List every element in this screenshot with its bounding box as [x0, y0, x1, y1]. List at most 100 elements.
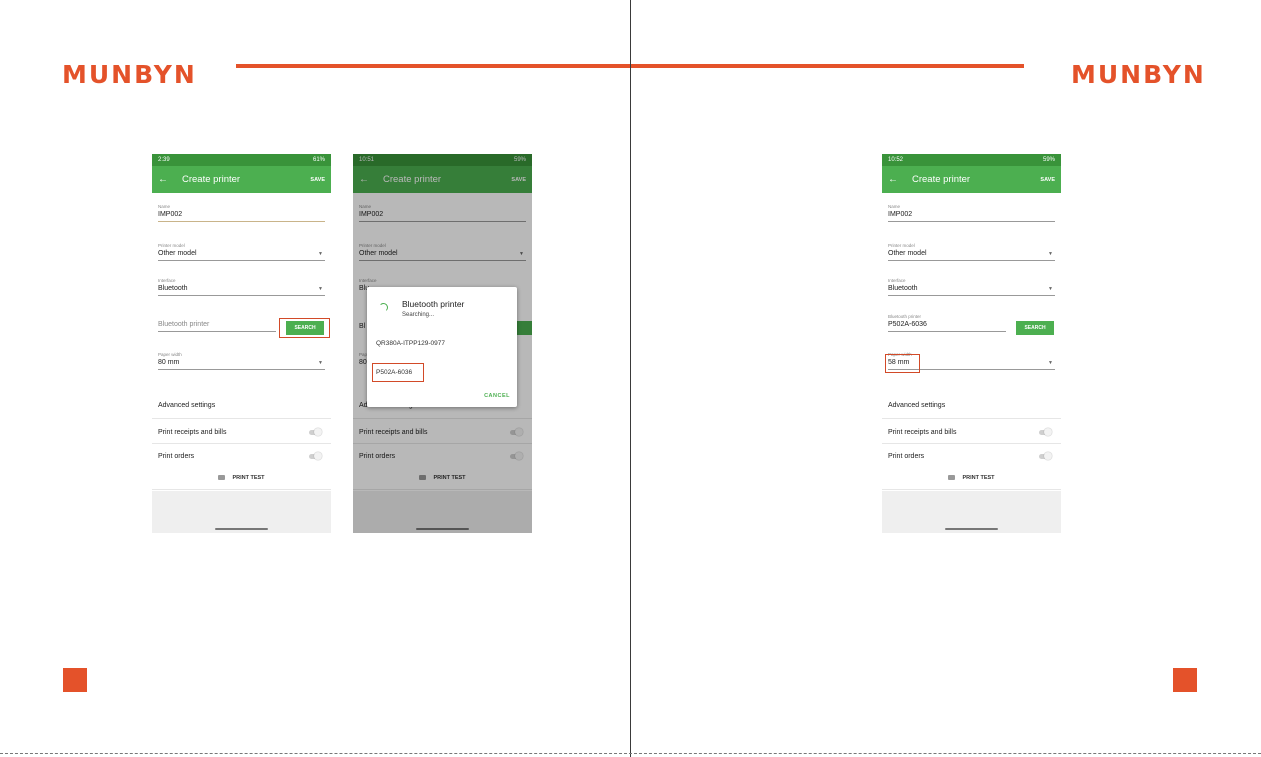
app-bar: ← Create printer SAVE: [882, 166, 1061, 193]
cancel-button[interactable]: CANCEL: [484, 393, 510, 399]
system-nav-bar: [152, 491, 331, 533]
name-underline: [888, 221, 1055, 222]
device-highlight-box: [372, 363, 424, 382]
divider: [152, 443, 331, 444]
brand-logo-left: MUNBYN: [62, 60, 197, 89]
status-bar: 2:39 61%: [152, 154, 331, 166]
dropdown-caret-icon: ▼: [318, 360, 323, 366]
dialog-title: Bluetooth printer: [402, 299, 465, 309]
interface-value: Bluetooth: [888, 285, 918, 292]
status-time: 2:39: [158, 157, 170, 163]
dropdown-caret-icon: ▼: [1048, 360, 1053, 366]
paper-width-highlight-box: [885, 354, 920, 373]
print-orders-row[interactable]: Print orders: [158, 450, 325, 462]
device-list-item[interactable]: QR380A-ITPP129-0977: [376, 340, 445, 347]
advanced-settings-link[interactable]: Advanced settings: [158, 402, 215, 409]
bluetooth-printer-field[interactable]: Bluetooth printer P502A-6036: [888, 314, 1006, 332]
phone-screenshot-configured: 10:52 59% ← Create printer SAVE Name IMP0…: [882, 154, 1061, 533]
paper-width-underline: [158, 369, 325, 370]
print-orders-toggle[interactable]: [309, 452, 322, 460]
printer-icon: [218, 475, 226, 481]
print-receipts-toggle[interactable]: [309, 428, 322, 436]
home-handle[interactable]: [945, 528, 998, 530]
header-rule-left: [236, 64, 630, 68]
status-battery: 61%: [312, 157, 325, 163]
divider: [882, 489, 1061, 490]
page-spine: [630, 0, 631, 757]
back-arrow-icon[interactable]: ←: [888, 174, 906, 185]
app-bar: ← Create printer SAVE: [152, 166, 331, 193]
save-button[interactable]: SAVE: [1040, 177, 1055, 183]
bluetooth-printer-underline: [888, 331, 1006, 332]
printer-model-underline: [888, 260, 1055, 261]
dropdown-caret-icon: ▼: [1048, 286, 1053, 292]
interface-value: Bluetooth: [158, 285, 188, 292]
bottom-edge: [0, 753, 1261, 754]
divider: [882, 418, 1061, 419]
divider: [152, 489, 331, 490]
bluetooth-printer-value: P502A-6036: [888, 321, 927, 328]
interface-underline: [158, 295, 325, 296]
dropdown-caret-icon: ▼: [1048, 251, 1053, 257]
name-field[interactable]: Name IMP002: [158, 204, 325, 222]
printer-model-value: Other model: [158, 250, 197, 257]
interface-select[interactable]: Interface Bluetooth ▼: [158, 278, 325, 296]
search-button[interactable]: SEARCH: [1016, 321, 1054, 335]
print-receipts-row[interactable]: Print receipts and bills: [888, 426, 1055, 438]
bluetooth-printer-field[interactable]: Bluetooth printer: [158, 320, 276, 332]
name-value: IMP002: [888, 211, 913, 218]
paper-width-value: 80 mm: [158, 359, 180, 366]
print-test-label: PRINT TEST: [962, 475, 995, 481]
divider: [882, 443, 1061, 444]
print-test-button[interactable]: PRINT TEST: [882, 475, 1061, 481]
header-rule-right: [631, 64, 1024, 68]
printer-model-select[interactable]: Printer model Other model ▼: [158, 243, 325, 261]
print-receipts-row[interactable]: Print receipts and bills: [158, 426, 325, 438]
status-time: 10:52: [888, 157, 904, 163]
app-bar-title: Create printer: [912, 174, 971, 185]
interface-underline: [888, 295, 1055, 296]
print-orders-label: Print orders: [158, 452, 195, 460]
print-receipts-label: Print receipts and bills: [888, 428, 957, 436]
dropdown-caret-icon: ▼: [318, 251, 323, 257]
divider: [152, 418, 331, 419]
print-test-label: PRINT TEST: [232, 475, 265, 481]
printer-form: Name IMP002 Printer model Other model ▼ I…: [882, 193, 1061, 533]
printer-icon: [948, 475, 956, 481]
status-bar: 10:52 59%: [882, 154, 1061, 166]
print-test-button[interactable]: PRINT TEST: [152, 475, 331, 481]
brand-logo-right: MUNBYN: [1071, 60, 1206, 89]
name-value: IMP002: [158, 211, 183, 218]
name-field[interactable]: Name IMP002: [888, 204, 1055, 222]
name-underline: [158, 221, 325, 222]
paper-width-select[interactable]: Paper width 80 mm ▼: [158, 352, 325, 370]
bluetooth-printer-placeholder: Bluetooth printer: [158, 321, 210, 328]
bluetooth-search-dialog: Bluetooth printer Searching... QR380A-IT…: [367, 287, 517, 407]
page-marker-left: [63, 668, 87, 692]
home-handle[interactable]: [215, 528, 268, 530]
status-battery: 59%: [1042, 157, 1055, 163]
loading-spinner-icon: [379, 303, 388, 312]
phone-screenshot-create-printer: 2:39 61% ← Create printer SAVE Name IMP00…: [152, 154, 331, 533]
search-highlight-box: [279, 318, 330, 338]
dropdown-caret-icon: ▼: [318, 286, 323, 292]
printer-model-select[interactable]: Printer model Other model ▼: [888, 243, 1055, 261]
bluetooth-printer-underline: [158, 331, 276, 332]
advanced-settings-link[interactable]: Advanced settings: [888, 402, 945, 409]
interface-select[interactable]: Interface Bluetooth ▼: [888, 278, 1055, 296]
system-nav-bar: [882, 491, 1061, 533]
back-arrow-icon[interactable]: ←: [158, 174, 176, 185]
print-receipts-toggle[interactable]: [1039, 428, 1052, 436]
printer-model-underline: [158, 260, 325, 261]
printer-model-value: Other model: [888, 250, 927, 257]
manual-spread: MUNBYN MUNBYN 2:39 61% ← Create printer S…: [0, 0, 1261, 757]
print-orders-toggle[interactable]: [1039, 452, 1052, 460]
phone-screenshot-searching: 10:51 59% ← Create printer SAVE Name IMP0…: [353, 154, 532, 533]
dialog-subtitle: Searching...: [402, 312, 435, 318]
print-orders-label: Print orders: [888, 452, 925, 460]
app-bar-title: Create printer: [182, 174, 241, 185]
save-button[interactable]: SAVE: [310, 177, 325, 183]
printer-form: Name IMP002 Printer model Other model ▼ I…: [152, 193, 331, 533]
print-receipts-label: Print receipts and bills: [158, 428, 227, 436]
print-orders-row[interactable]: Print orders: [888, 450, 1055, 462]
